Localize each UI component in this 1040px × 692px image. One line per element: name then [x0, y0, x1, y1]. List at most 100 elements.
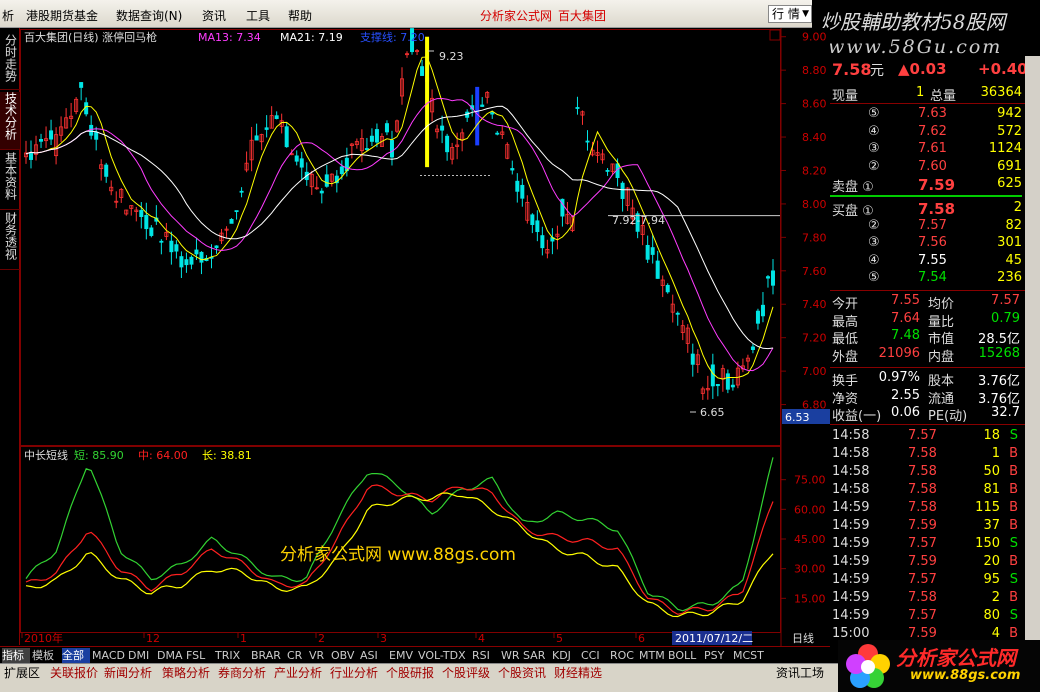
quote-scrollbar[interactable]: [1025, 56, 1040, 646]
indicator-tab[interactable]: DMI: [128, 648, 155, 663]
tick-price: 7.58: [908, 482, 937, 497]
divider: [830, 424, 1025, 425]
stat-value: 7.57: [991, 293, 1020, 308]
tick-volume: 95: [983, 572, 1000, 587]
bottom-tab[interactable]: 关联报价: [50, 666, 98, 680]
candle-body: [645, 244, 650, 260]
indicator-tab[interactable]: ROC: [610, 648, 637, 663]
tick-direction: B: [1009, 626, 1018, 641]
ask-row: ④ 7.62 572: [830, 124, 1022, 142]
time-label: 5: [556, 632, 563, 645]
candle-body: [490, 112, 495, 115]
indicator-tab[interactable]: SAR: [523, 648, 550, 663]
indicator-tab[interactable]: VOL-TDX: [418, 648, 470, 663]
bottom-tab[interactable]: 券商分析: [218, 666, 266, 680]
bottom-tab[interactable]: 策略分析: [162, 666, 210, 680]
indicator-tab[interactable]: EMV: [389, 648, 416, 663]
ask-price: 7.59: [918, 176, 956, 194]
stat-label: 换手: [832, 374, 859, 389]
indicator-tab[interactable]: 全部: [62, 648, 90, 663]
indicator-tab[interactable]: VR: [309, 648, 329, 663]
menu-item-tools[interactable]: 工具: [246, 7, 270, 24]
promo-stock[interactable]: 百大集团: [558, 7, 606, 24]
indicator-tab[interactable]: DMA: [157, 648, 184, 663]
tab-intraday[interactable]: 分时走势: [0, 34, 20, 90]
bottom-tab[interactable]: 个股资讯: [498, 666, 546, 680]
bottom-tab[interactable]: 个股研报: [386, 666, 434, 680]
bid-volume: 2: [1013, 200, 1022, 215]
indicator-tab[interactable]: BOLL: [668, 648, 702, 663]
stat-label: 均价: [928, 297, 955, 312]
ma21-label: MA21: 7.19: [280, 31, 343, 44]
tick-row: 14:59 7.57 80 S: [830, 608, 1022, 626]
candle-body: [29, 152, 34, 160]
indicator-tab[interactable]: RSI: [472, 648, 499, 663]
chart-area[interactable]: 9.00 8.80 8.60 8.40 8.20 8.00 7.80 7.60 7.40 7.20…: [20, 28, 830, 646]
candle-body: [139, 210, 144, 217]
menu-item-hk-futures[interactable]: 港股期货基金: [26, 7, 98, 24]
menu-item-0[interactable]: 析: [2, 7, 14, 24]
indicator-tab[interactable]: ASI: [360, 648, 387, 663]
indicator-tab[interactable]: CR: [287, 648, 307, 663]
indicator-tab[interactable]: MTM: [639, 648, 666, 663]
ask-row: 卖盘 ① 7.59 625: [830, 176, 1022, 195]
bottom-tab[interactable]: 财经精选: [554, 666, 602, 680]
stat-row: 收益(一) 0.06 PE(动) 32.7: [830, 405, 1022, 424]
stat-label: 今开: [832, 297, 859, 312]
banner-url: www.58Gu.com: [828, 36, 1003, 58]
tick-row: 14:59 7.59 20 B: [830, 554, 1022, 572]
indicator-tab[interactable]: CCI: [581, 648, 608, 663]
tab-technical[interactable]: 技术分析: [0, 92, 20, 150]
menu-item-news[interactable]: 资讯: [202, 7, 226, 24]
candle-body: [510, 168, 515, 171]
indicator-tab[interactable]: 模板: [32, 648, 60, 663]
bottom-tab[interactable]: 个股评级: [442, 666, 490, 680]
indicator-tab[interactable]: BRAR: [251, 648, 285, 663]
volume-label: 现量: [832, 89, 859, 104]
tick-direction: S: [1009, 428, 1018, 443]
candle-body: [730, 384, 735, 388]
tick-volume: 20: [983, 554, 1000, 569]
market-dropdown[interactable]: 行 情 ▼: [768, 5, 812, 23]
logo-text: 分析家公式网: [896, 646, 1016, 670]
candle-body: [199, 251, 204, 263]
tab-financials[interactable]: 财务透视: [0, 212, 20, 270]
candle-body: [339, 166, 344, 175]
candle-body: [575, 107, 580, 109]
tab-fundamentals[interactable]: 基本资料: [0, 152, 20, 210]
stat-label: 量比: [928, 314, 955, 330]
indicator-tab[interactable]: 指标: [2, 648, 30, 663]
indicator-tab[interactable]: WR: [501, 648, 521, 663]
ask-level: ③: [868, 141, 880, 156]
menu-item-data-query[interactable]: 数据查询(N): [116, 7, 182, 24]
indicator-tab[interactable]: FSL: [186, 648, 213, 663]
indicator-tab[interactable]: MACD: [92, 648, 126, 663]
tick-volume: 50: [983, 464, 1000, 479]
menu-item-help[interactable]: 帮助: [288, 7, 312, 24]
candle-body: [179, 256, 184, 268]
bottom-tab[interactable]: 新闻分析: [104, 666, 152, 680]
indicator-tab[interactable]: TRIX: [215, 648, 249, 663]
candle-body: [540, 235, 545, 249]
total-label: 总量: [930, 89, 957, 104]
stat-value: 3.76亿: [978, 391, 1020, 407]
y-tick-label: 75.00: [794, 474, 826, 487]
indicator-tab[interactable]: OBV: [331, 648, 358, 663]
bid-price: 7.55: [918, 252, 947, 268]
tab-technical-label: 技术分析: [3, 92, 18, 140]
tick-time: 14:59: [832, 536, 870, 551]
indicator-tab[interactable]: MCST: [733, 648, 767, 663]
stat-label: 外盘: [832, 349, 859, 365]
bottom-tab[interactable]: 扩展区: [4, 666, 40, 680]
bottom-tab[interactable]: 产业分析: [274, 666, 322, 680]
indicator-tab[interactable]: KDJ: [552, 648, 579, 663]
time-label: 4: [478, 632, 485, 645]
tick-price: 7.59: [908, 518, 937, 533]
indicator-tab[interactable]: PSY: [704, 648, 731, 663]
bottom-tab[interactable]: 行业分析: [330, 666, 378, 680]
tick-price: 7.59: [908, 554, 937, 569]
promo-site[interactable]: 分析家公式网: [480, 7, 552, 24]
bottom-tab[interactable]: 资讯工场: [776, 666, 824, 680]
tick-price: 7.59: [908, 626, 937, 641]
range-annotation: 7.92-7.94: [612, 214, 665, 227]
